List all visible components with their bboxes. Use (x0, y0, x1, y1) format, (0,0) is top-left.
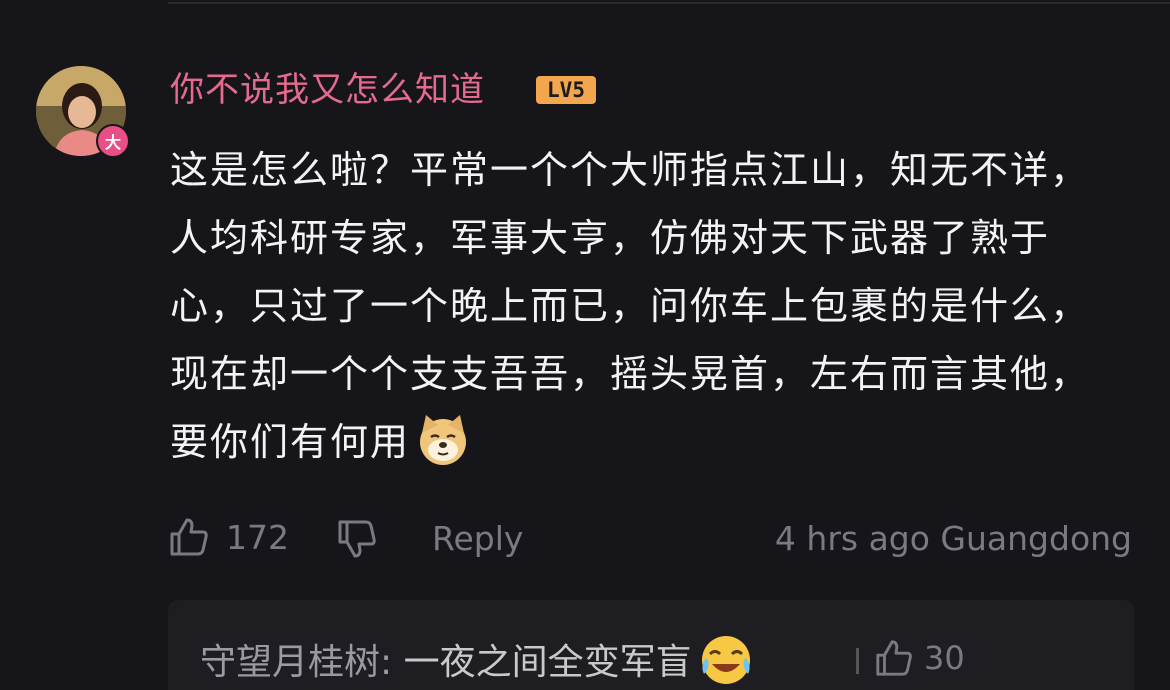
comment-actions: 172 Reply 4 hrs ago Guangdong (168, 516, 1132, 562)
sub-reply-like-button[interactable]: 30 (874, 638, 965, 678)
separator (856, 648, 859, 674)
divider (168, 2, 1170, 4)
thumbs-down-icon (338, 520, 376, 558)
comment-body: 这是怎么啦？平常一个个大师指点江山，知无不详，人均科研专家，军事大亨，仿佛对天下… (170, 136, 1120, 476)
like-button[interactable]: 172 (168, 516, 289, 558)
sub-reply-like-count: 30 (924, 639, 965, 677)
avatar-badge: 大 (96, 124, 130, 158)
reply-button[interactable]: Reply (432, 516, 523, 562)
thumbs-up-icon (170, 518, 208, 556)
sub-reply-preview[interactable]: 守望月桂树: 一夜之间全变军盲 30 (168, 600, 1134, 690)
comment-text: 这是怎么啦？平常一个个大师指点江山，知无不详，人均科研专家，军事大亨，仿佛对天下… (170, 148, 1091, 464)
dislike-button[interactable] (336, 518, 378, 568)
thumbs-up-icon (876, 640, 912, 676)
comment-page: 大 你不说我又怎么知道 LV5 这是怎么啦？平常一个个大师指点江山，知无不详，人… (0, 0, 1170, 690)
crying-laughing-emoji-icon (701, 636, 750, 684)
sub-reply-username[interactable]: 守望月桂树 (200, 642, 380, 683)
sub-reply-content: 守望月桂树: 一夜之间全变军盲 (200, 632, 754, 690)
sub-reply-text: 一夜之间全变军盲 (403, 642, 692, 683)
timestamp-location: 4 hrs ago Guangdong (774, 519, 1132, 558)
like-count: 172 (226, 517, 289, 557)
doge-emoji-icon (420, 415, 467, 465)
sub-reply-separator: : (380, 642, 404, 683)
comment-username[interactable]: 你不说我又怎么知道 (170, 68, 485, 112)
level-badge: LV5 (536, 76, 596, 104)
